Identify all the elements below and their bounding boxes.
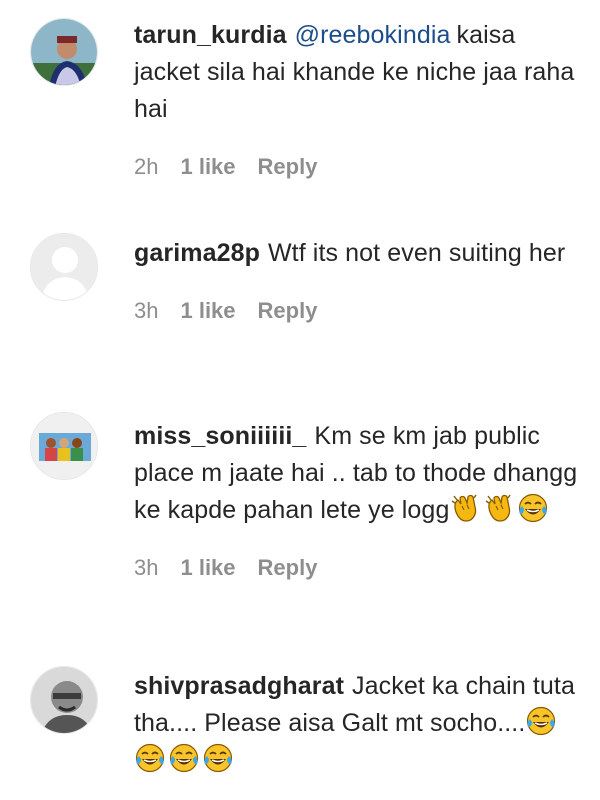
avatar[interactable] — [30, 412, 98, 480]
comment-username[interactable]: garima28p — [134, 239, 260, 267]
face-with-tears-of-joy-emoji — [517, 492, 549, 524]
comment-meta: 2h 1 like Reply — [134, 154, 580, 180]
comment-text: tarun_kurdia @reebokindia kaisa jacket sil… — [134, 17, 580, 128]
comment-likes[interactable]: 1 like — [180, 154, 235, 180]
comment-likes[interactable]: 1 like — [180, 298, 235, 324]
avatar[interactable] — [30, 233, 98, 301]
comment-username[interactable]: shivprasadgharat — [134, 672, 344, 700]
comment-body: shivprasadgharat Jacket ka chain tuta tha… — [134, 668, 580, 779]
face-with-tears-of-joy-emoji — [525, 705, 557, 737]
comment-meta: 3h 1 like Reply — [134, 555, 580, 581]
comment-body: garima28p Wtf its not even suiting her 3h… — [134, 235, 580, 324]
comment-username[interactable]: tarun_kurdia — [134, 21, 287, 49]
comment-username[interactable]: miss_soniiiiii_ — [134, 422, 306, 450]
face-with-tears-of-joy-emoji — [168, 742, 200, 774]
comment-likes[interactable]: 1 like — [180, 555, 235, 581]
face-with-tears-of-joy-emoji — [202, 742, 234, 774]
comment-text: miss_soniiiiii_ Km se km jab public place… — [134, 418, 580, 529]
comment-body: miss_soniiiiii_ Km se km jab public place… — [134, 418, 580, 581]
comment-timestamp[interactable]: 3h — [134, 555, 158, 581]
comment-timestamp[interactable]: 3h — [134, 298, 158, 324]
comment-message: Wtf its not even suiting her — [267, 239, 566, 267]
clapping-hands-emoji — [483, 492, 515, 524]
comment-body: tarun_kurdia @reebokindia kaisa jacket sil… — [134, 17, 580, 180]
reply-button[interactable]: Reply — [258, 154, 318, 180]
reply-button[interactable]: Reply — [258, 555, 318, 581]
comment-text: shivprasadgharat Jacket ka chain tuta tha… — [134, 668, 580, 779]
comment-timestamp[interactable]: 2h — [134, 154, 158, 180]
comment-meta: 3h 1 like Reply — [134, 298, 580, 324]
comment-text: garima28p Wtf its not even suiting her — [134, 235, 580, 272]
clapping-hands-emoji — [449, 492, 481, 524]
avatar[interactable] — [30, 666, 98, 734]
reply-button[interactable]: Reply — [258, 298, 318, 324]
avatar[interactable] — [30, 18, 98, 86]
face-with-tears-of-joy-emoji — [134, 742, 166, 774]
mention-link[interactable]: @reebokindia — [295, 21, 451, 49]
